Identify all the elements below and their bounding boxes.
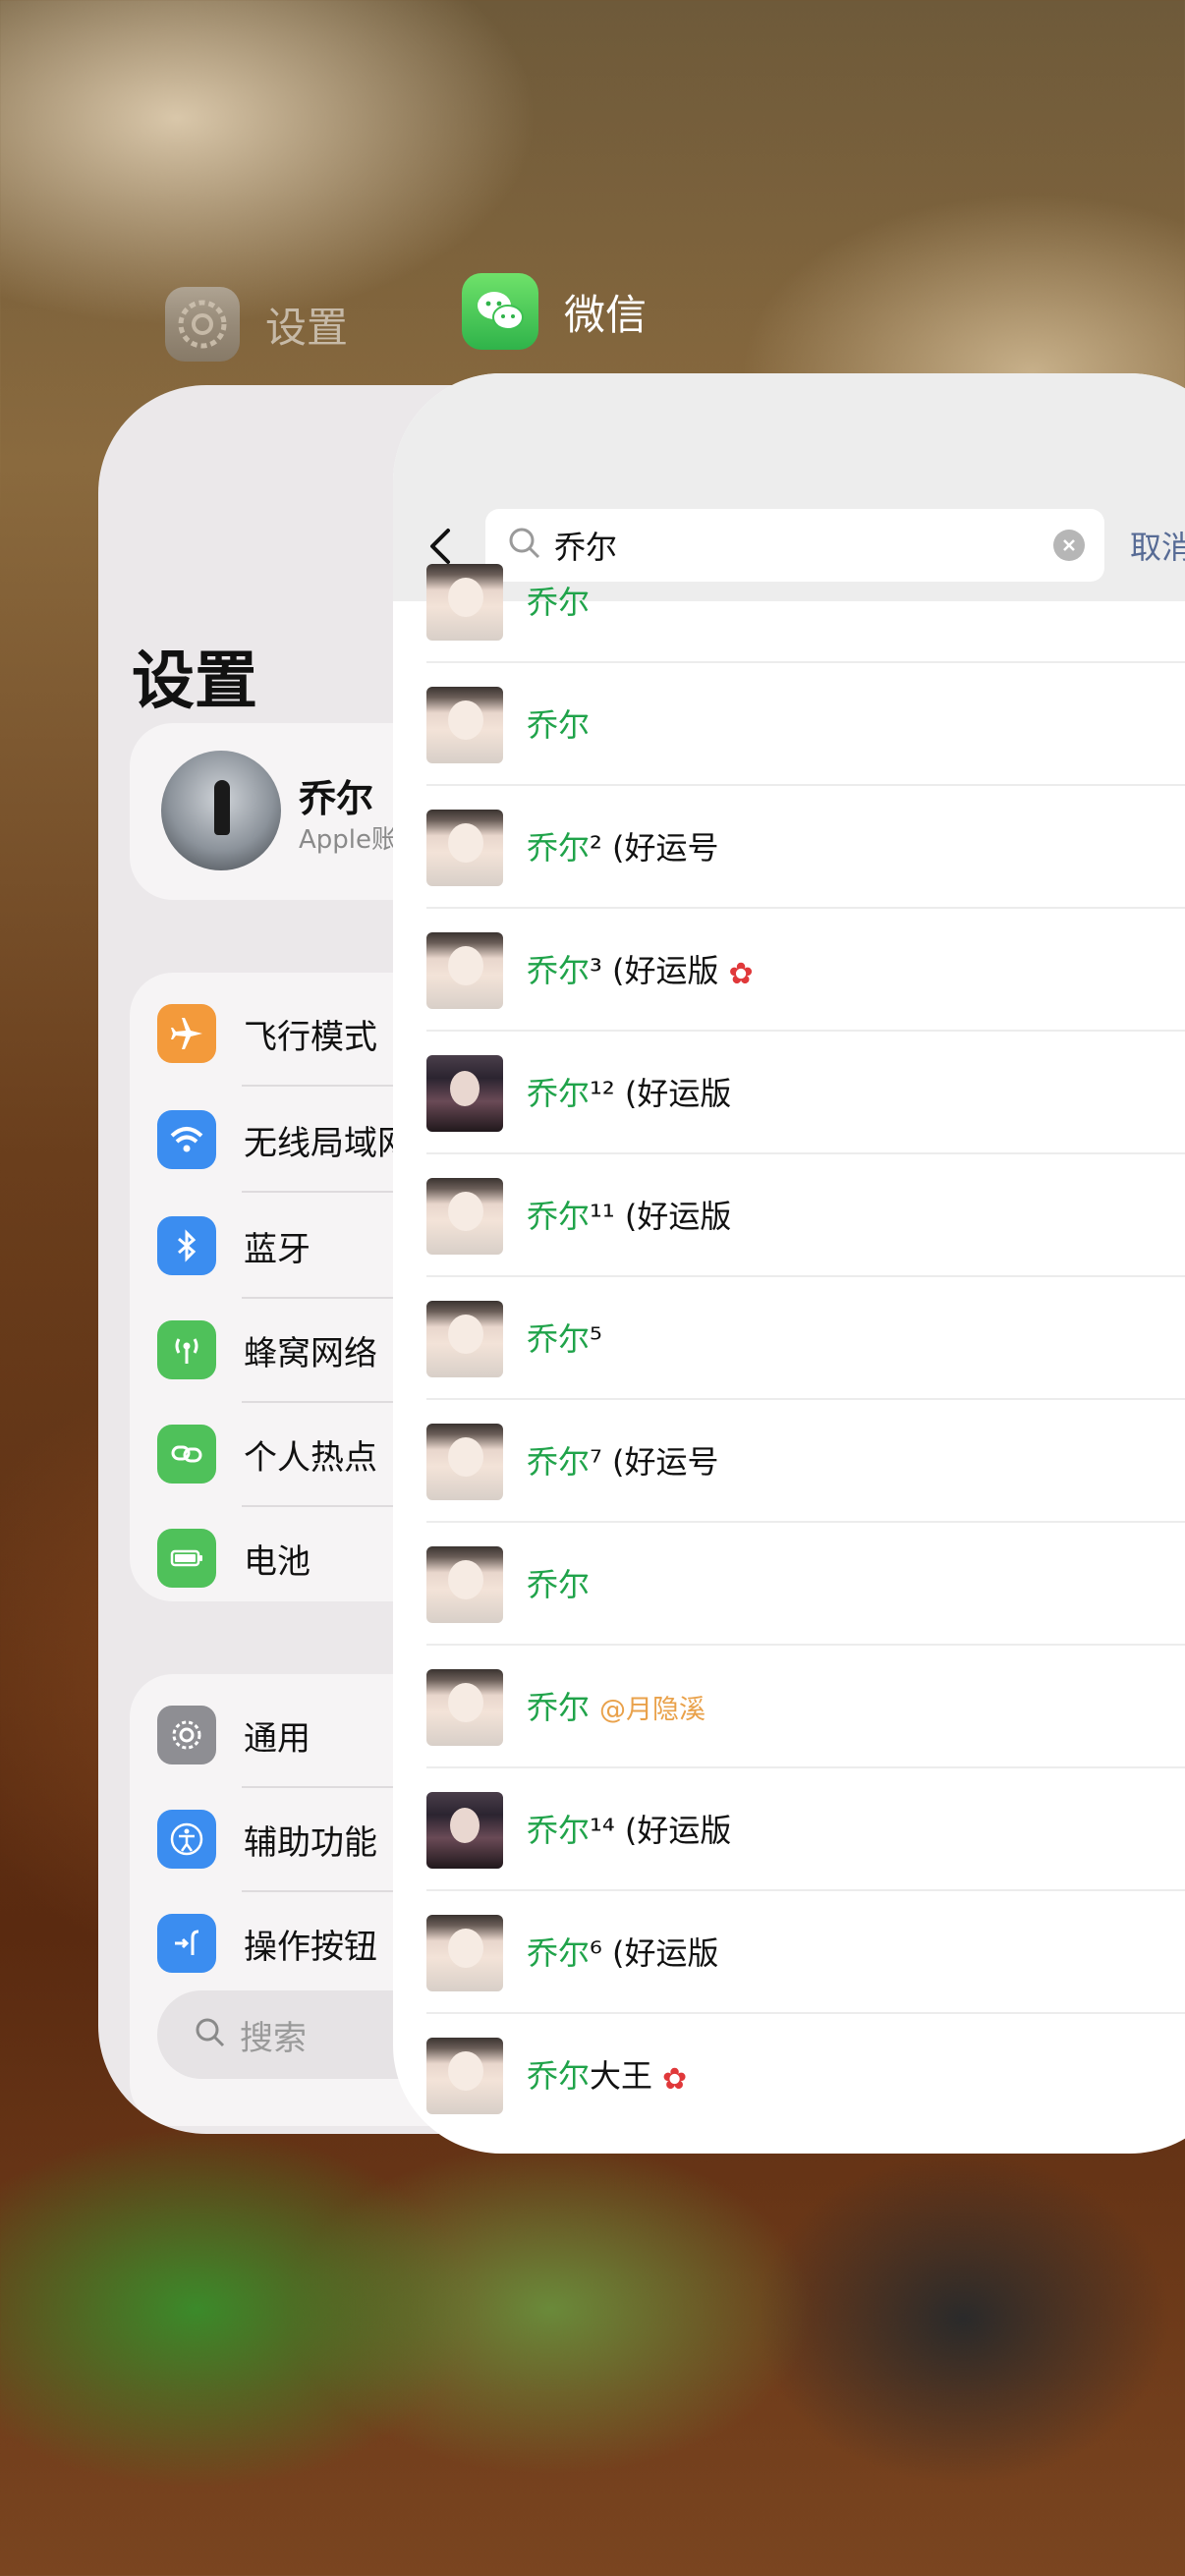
avatar <box>426 932 503 1009</box>
profile-avatar <box>161 751 281 870</box>
avatar <box>426 564 503 641</box>
contact-suffix: 大王 <box>590 2057 653 2095</box>
avatar <box>426 1546 503 1623</box>
list-item[interactable]: 乔尔大王 ✿ <box>393 2014 1185 2137</box>
list-item[interactable]: 乔尔¹² (好运版 <box>393 1032 1185 1154</box>
settings-item-label: 电池 <box>244 1541 310 1582</box>
list-item[interactable]: 乔尔¹⁴ (好运版 <box>393 1768 1185 1891</box>
action-button-icon <box>157 1914 216 1973</box>
settings-item-label: 蓝牙 <box>244 1229 310 1269</box>
hotspot-icon <box>157 1425 216 1484</box>
wifi-icon <box>157 1110 216 1169</box>
bluetooth-icon <box>157 1216 216 1275</box>
wechat-app-name: 微信 <box>564 290 648 339</box>
settings-item-bluetooth[interactable]: 蓝牙 <box>157 1214 310 1277</box>
settings-item-label: 飞行模式 <box>244 1017 377 1057</box>
contact-name: 乔尔 <box>527 829 591 867</box>
contact-suffix: ⁷ (好运号 <box>590 1443 719 1481</box>
contact-suffix: ³ (好运版 <box>590 952 719 989</box>
settings-app-name: 设置 <box>265 303 349 352</box>
list-item[interactable]: 乔尔 @月隐溪 <box>393 1646 1185 1768</box>
settings-item-label: 通用 <box>244 1718 310 1759</box>
settings-item-label: 无线局域网 <box>244 1123 411 1163</box>
profile-name: 乔尔 <box>299 777 374 820</box>
avatar <box>426 2038 503 2114</box>
avatar <box>426 1178 503 1255</box>
settings-item-airplane-mode[interactable]: 飞行模式 <box>157 1002 377 1065</box>
settings-item-action-button[interactable]: 操作按钮 <box>157 1912 377 1975</box>
list-item[interactable]: 乔尔¹¹ (好运版 <box>393 1154 1185 1277</box>
avatar <box>426 1055 503 1132</box>
gear-icon <box>157 1706 216 1764</box>
contact-suffix: ⁶ (好运版 <box>590 1934 719 1972</box>
settings-item-hotspot[interactable]: 个人热点 <box>157 1423 377 1485</box>
accessibility-icon <box>157 1810 216 1869</box>
contact-name: 乔尔 <box>527 1934 591 1972</box>
avatar <box>426 810 503 886</box>
contact-mention: @月隐溪 <box>599 1695 706 1725</box>
settings-item-label: 操作按钮 <box>244 1927 377 1967</box>
list-item[interactable]: 乔尔² (好运号 <box>393 786 1185 909</box>
cellular-icon <box>157 1320 216 1379</box>
settings-item-label: 个人热点 <box>244 1437 377 1478</box>
wechat-logo-icon <box>462 273 538 350</box>
contact-name: 乔尔 <box>527 1689 591 1726</box>
settings-app-label[interactable]: 设置 <box>165 287 348 362</box>
settings-item-cellular[interactable]: 蜂窝网络 <box>157 1318 377 1381</box>
settings-item-label: 蜂窝网络 <box>244 1333 377 1373</box>
wechat-app-label[interactable]: 微信 <box>462 273 647 350</box>
contact-name: 乔尔 <box>527 1198 591 1235</box>
settings-page-title: 设置 <box>132 645 257 718</box>
contact-name: 乔尔 <box>527 952 591 989</box>
list-item[interactable]: 乔尔⁷ (好运号 <box>393 1400 1185 1523</box>
contact-suffix: ¹⁴ (好运版 <box>590 1812 732 1849</box>
avatar <box>426 687 503 763</box>
contact-suffix: ⁵ <box>590 1320 602 1358</box>
search-icon <box>193 2015 228 2054</box>
settings-item-battery[interactable]: 电池 <box>157 1527 310 1590</box>
settings-item-wifi[interactable]: 无线局域网 <box>157 1108 411 1171</box>
avatar <box>426 1424 503 1500</box>
contact-suffix: ² (好运号 <box>590 829 719 867</box>
flower-icon: ✿ <box>728 957 754 991</box>
settings-search-placeholder: 搜索 <box>240 2018 307 2058</box>
settings-item-accessibility[interactable]: 辅助功能 <box>157 1808 377 1871</box>
avatar <box>426 1669 503 1746</box>
contact-name: 乔尔 <box>527 1075 591 1112</box>
contact-name: 乔尔 <box>527 584 591 621</box>
avatar <box>426 1915 503 1991</box>
battery-icon <box>157 1529 216 1588</box>
list-item[interactable]: 乔尔 <box>393 663 1185 786</box>
settings-item-general[interactable]: 通用 <box>157 1704 310 1766</box>
contact-name: 乔尔 <box>527 1566 591 1603</box>
avatar <box>426 1792 503 1869</box>
airplane-icon <box>157 1004 216 1063</box>
flower-icon: ✿ <box>662 2062 688 2097</box>
list-item[interactable]: 乔尔⁶ (好运版 <box>393 1891 1185 2014</box>
contact-name: 乔尔 <box>527 1812 591 1849</box>
list-item[interactable]: 乔尔 <box>393 540 1185 663</box>
contact-name: 乔尔 <box>527 1443 591 1481</box>
contact-suffix: ¹² (好运版 <box>590 1075 732 1112</box>
contact-name: 乔尔 <box>527 1320 591 1358</box>
list-item[interactable]: 乔尔⁵ <box>393 1277 1185 1400</box>
list-item[interactable]: 乔尔³ (好运版 ✿ <box>393 909 1185 1032</box>
contact-name: 乔尔 <box>527 706 591 744</box>
avatar <box>426 1301 503 1377</box>
contact-suffix: ¹¹ (好运版 <box>590 1198 732 1235</box>
wechat-app-card[interactable]: 乔尔 取消 乔尔 乔尔 乔尔² (好运号 乔尔³ (好运版 ✿ 乔尔¹² (好运… <box>393 373 1185 2154</box>
list-item[interactable]: 乔尔 <box>393 1523 1185 1646</box>
settings-gear-icon <box>165 287 240 362</box>
settings-item-label: 辅助功能 <box>244 1822 377 1863</box>
contact-name: 乔尔 <box>527 2057 591 2095</box>
